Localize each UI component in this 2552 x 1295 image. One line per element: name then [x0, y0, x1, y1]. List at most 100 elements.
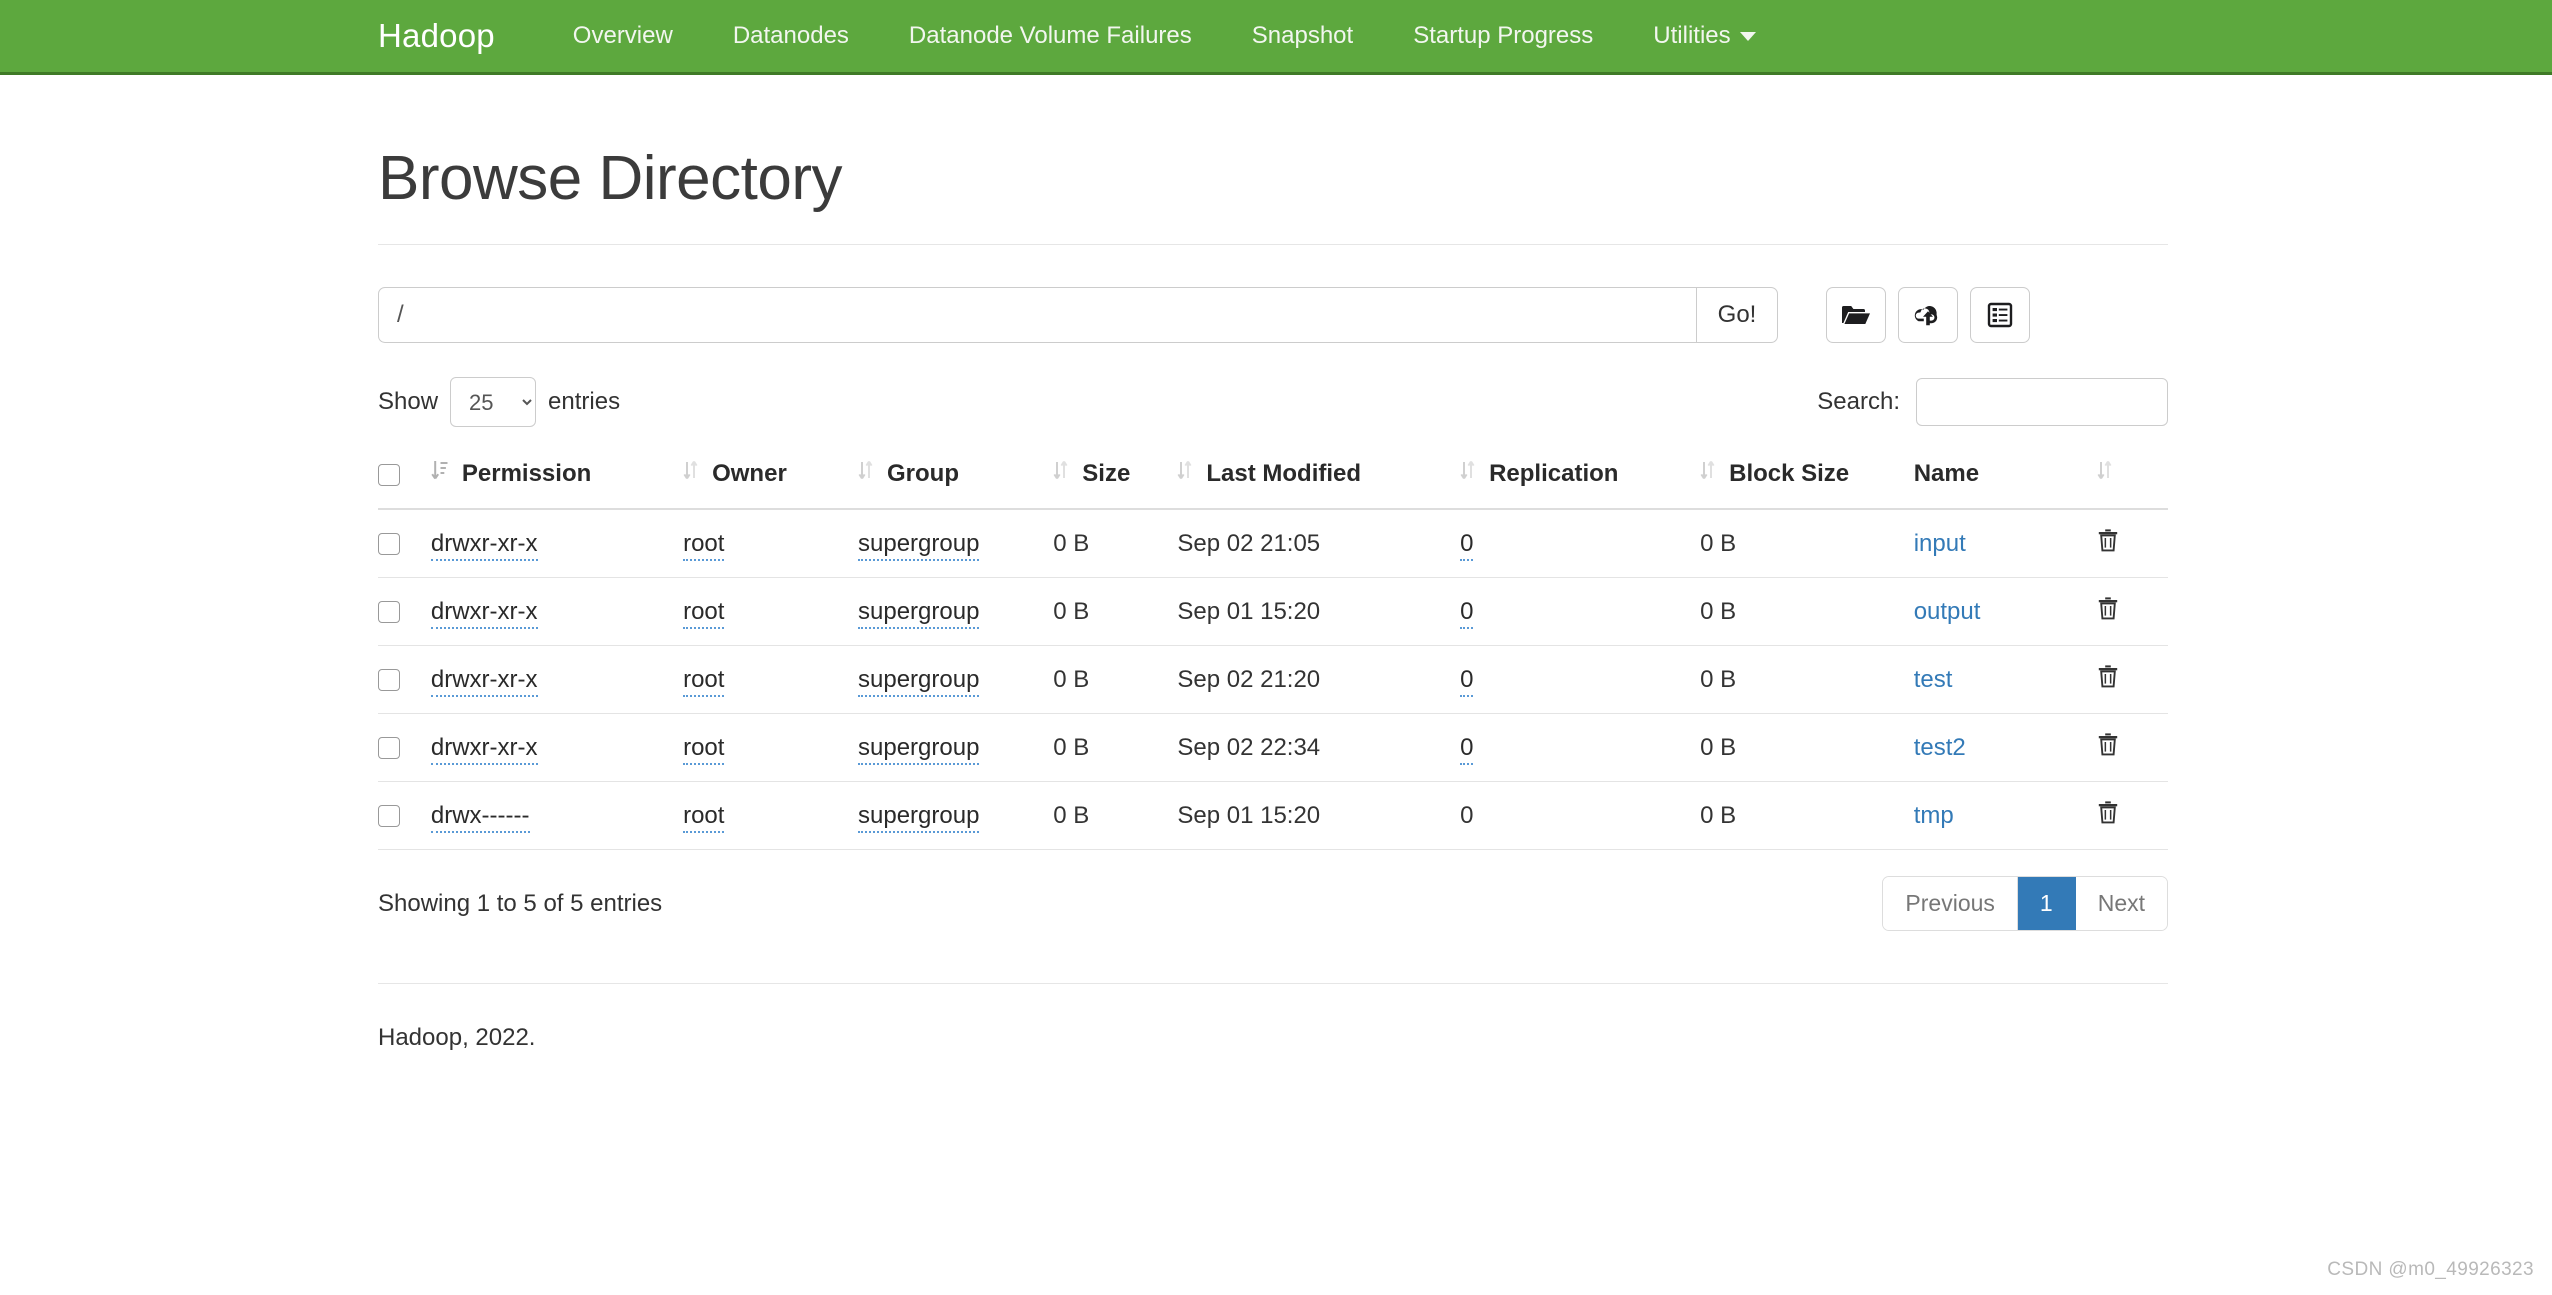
replication-value[interactable]: 0	[1460, 529, 1474, 561]
pagination: Previous 1 Next	[1882, 876, 2168, 931]
pagination-previous[interactable]: Previous	[1883, 877, 2018, 930]
pagination-next[interactable]: Next	[2075, 877, 2167, 930]
table-info: Showing 1 to 5 of 5 entries	[378, 889, 663, 917]
delete-row-button[interactable]	[2097, 596, 2119, 620]
file-name-link[interactable]: tmp	[1914, 802, 1954, 829]
sort-updown-icon	[1177, 459, 1192, 481]
row-checkbox[interactable]	[378, 737, 400, 760]
group-value[interactable]: supergroup	[858, 597, 980, 629]
permission-value[interactable]: drwxr-xr-x	[430, 529, 538, 561]
path-input-group: Go!	[378, 287, 1778, 343]
file-name-link[interactable]: input	[1914, 530, 1966, 557]
replication-cell: 0	[1460, 577, 1701, 646]
nav-item-datanode-volume-failures[interactable]: Datanode Volume Failures	[879, 22, 1222, 50]
select-all-header[interactable]	[378, 449, 431, 510]
owner-value[interactable]: root	[683, 529, 725, 561]
delete-row-button[interactable]	[2097, 664, 2119, 688]
row-select-cell[interactable]	[378, 509, 431, 578]
replication-value[interactable]: 0	[1460, 733, 1474, 765]
replication-cell: 0	[1460, 645, 1701, 714]
file-name-link[interactable]: test2	[1914, 734, 1966, 761]
row-select-cell[interactable]	[378, 713, 431, 782]
entries-label: entries	[548, 388, 621, 415]
size-cell: 0 B	[1053, 577, 1178, 646]
permission-cell: drwxr-xr-x	[430, 509, 684, 578]
permission-value[interactable]: drwxr-xr-x	[430, 665, 538, 697]
nav-item-overview[interactable]: Overview	[543, 22, 703, 50]
row-checkbox[interactable]	[378, 533, 400, 556]
row-select-cell[interactable]	[378, 781, 431, 850]
cut-paste-button[interactable]	[1970, 287, 2030, 343]
directory-path-input[interactable]	[378, 287, 1696, 343]
name-cell: input	[1913, 509, 2097, 578]
permission-value[interactable]: drwxr-xr-x	[430, 597, 538, 629]
column-header-actions[interactable]	[2096, 449, 2168, 510]
go-button[interactable]: Go!	[1696, 287, 1778, 343]
folder-open-icon	[1841, 303, 1871, 327]
replication-value[interactable]: 0	[1460, 802, 1473, 829]
owner-cell: root	[683, 713, 859, 782]
group-cell: supergroup	[858, 577, 1054, 646]
file-name-link[interactable]: output	[1914, 598, 1981, 625]
column-header-label: Group	[887, 460, 960, 487]
column-header-label: Block Size	[1729, 460, 1850, 487]
path-toolbar: Go!	[378, 287, 2168, 343]
upload-file-button[interactable]	[1898, 287, 1958, 343]
replication-value[interactable]: 0	[1460, 597, 1474, 629]
replication-value[interactable]: 0	[1460, 665, 1474, 697]
column-header-group[interactable]: Group	[858, 449, 1054, 510]
block-size-cell: 0 B	[1700, 713, 1914, 782]
select-all-checkbox[interactable]	[378, 463, 400, 486]
size-cell: 0 B	[1053, 781, 1178, 850]
column-header-last-modified[interactable]: Last Modified	[1177, 449, 1461, 510]
group-value[interactable]: supergroup	[858, 733, 980, 765]
row-select-cell[interactable]	[378, 577, 431, 646]
entries-select[interactable]: 25 50 100	[450, 377, 537, 427]
block-size-cell: 0 B	[1700, 577, 1914, 646]
owner-value[interactable]: root	[683, 733, 725, 765]
delete-row-button[interactable]	[2097, 528, 2119, 552]
column-header-replication[interactable]: Replication	[1460, 449, 1701, 510]
entries-length-control: Show 25 50 100 entries	[378, 377, 620, 427]
show-label: Show	[378, 388, 439, 415]
group-value[interactable]: supergroup	[858, 665, 980, 697]
nav-item-startup-progress[interactable]: Startup Progress	[1383, 22, 1623, 50]
actions-cell	[2096, 781, 2168, 850]
nav-item-label: Overview	[572, 22, 673, 49]
block-size-cell: 0 B	[1700, 781, 1914, 850]
owner-value[interactable]: root	[683, 665, 725, 697]
replication-cell: 0	[1460, 713, 1701, 782]
sort-updown-icon	[1700, 459, 1715, 481]
permission-value[interactable]: drwxr-xr-x	[430, 733, 538, 765]
trash-icon	[2097, 665, 2119, 691]
row-select-cell[interactable]	[378, 645, 431, 714]
owner-value[interactable]: root	[683, 597, 725, 629]
block-size-cell: 0 B	[1700, 645, 1914, 714]
column-header-name[interactable]: Name	[1913, 449, 2097, 510]
table-row: drwxr-xr-x root supergroup 0 B Sep 02 22…	[378, 713, 2168, 782]
owner-value[interactable]: root	[683, 801, 725, 833]
row-checkbox[interactable]	[378, 601, 400, 624]
permission-value[interactable]: drwx------	[430, 801, 530, 833]
brand-link[interactable]: Hadoop	[378, 17, 495, 55]
row-checkbox[interactable]	[378, 805, 400, 828]
group-value[interactable]: supergroup	[858, 529, 980, 561]
column-header-permission[interactable]: Permission	[430, 449, 684, 510]
delete-row-button[interactable]	[2097, 800, 2119, 824]
file-name-link[interactable]: test	[1914, 666, 1953, 693]
cloud-upload-icon	[1913, 303, 1943, 327]
create-directory-button[interactable]	[1826, 287, 1886, 343]
column-header-block-size[interactable]: Block Size	[1700, 449, 1914, 510]
nav-item-utilities[interactable]: Utilities	[1623, 22, 1785, 50]
pagination-page-1[interactable]: 1	[2017, 877, 2076, 930]
table-row: drwxr-xr-x root supergroup 0 B Sep 02 21…	[378, 509, 2168, 578]
delete-row-button[interactable]	[2097, 732, 2119, 756]
column-header-owner[interactable]: Owner	[683, 449, 859, 510]
nav-item-datanodes[interactable]: Datanodes	[703, 22, 879, 50]
row-checkbox[interactable]	[378, 669, 400, 692]
size-cell: 0 B	[1053, 645, 1178, 714]
nav-item-snapshot[interactable]: Snapshot	[1222, 22, 1383, 50]
search-input[interactable]	[1916, 378, 2168, 426]
group-value[interactable]: supergroup	[858, 801, 980, 833]
column-header-size[interactable]: Size	[1053, 449, 1178, 510]
